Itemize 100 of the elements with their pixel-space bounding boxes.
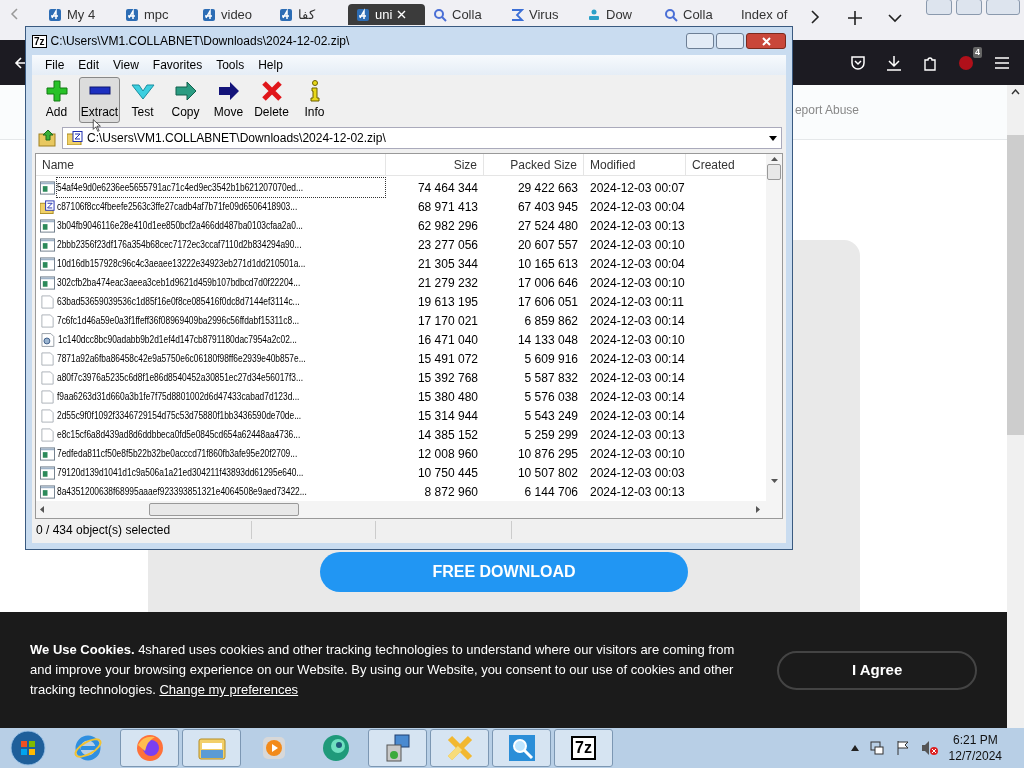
browser-tab[interactable]: My 4: [40, 4, 117, 25]
menu-item[interactable]: Edit: [71, 56, 107, 74]
toolbar-button[interactable]: Add: [36, 77, 77, 123]
vertical-scrollbar[interactable]: [766, 154, 782, 501]
column-header[interactable]: Name: [36, 154, 386, 175]
menu-item[interactable]: View: [106, 56, 146, 74]
plus-icon: [44, 79, 69, 103]
clock[interactable]: 6:21 PM 12/7/2024: [948, 732, 1002, 764]
column-header[interactable]: Packed Size: [484, 154, 584, 175]
taskbar-button[interactable]: [182, 729, 241, 767]
file-name[interactable]: 10d16db157928c96c4c3aeaee13222e34923eb271d1dd210501a...: [56, 253, 386, 274]
file-name[interactable]: 8a4351200638f68995aaaef923393851321e4064508e9aed73422...: [56, 481, 386, 502]
menu-icon[interactable]: [994, 55, 1010, 70]
toolbar-button[interactable]: Test: [122, 77, 163, 123]
browser-tab[interactable]: Dow: [579, 4, 656, 25]
taskbar-button[interactable]: 7z: [554, 729, 613, 767]
file-name[interactable]: a80f7c3976a5235c6d8f1e86d8540452a30851ec27d34e56017f3...: [56, 367, 386, 388]
scroll-left-icon[interactable]: [40, 506, 44, 513]
scroll-right-icon[interactable]: [756, 506, 760, 513]
file-name[interactable]: 2bbb2356f23df176a354b68cec7172ec3ccaf7110d2b834294a90...: [56, 234, 386, 255]
scroll-down-icon[interactable]: [770, 479, 778, 483]
chevron-left-icon[interactable]: [10, 8, 18, 20]
column-header[interactable]: Size: [386, 154, 484, 175]
scroll-up-icon[interactable]: [770, 157, 778, 161]
agree-button[interactable]: I Agree: [777, 650, 977, 690]
file-name[interactable]: 79120d139d1041d1c9a506a1a21ed304211f43893dd61295e640...: [56, 462, 386, 483]
minimize-icon[interactable]: [686, 33, 714, 49]
path-field[interactable]: C:\Users\VM1.COLLABNET\Downloads\2024-12-02.zip\: [62, 127, 782, 149]
taskbar-button[interactable]: [120, 729, 179, 767]
back-arrow-icon[interactable]: [14, 55, 28, 70]
browser-tab[interactable]: Colla: [425, 4, 502, 25]
chevron-right-icon[interactable]: [810, 10, 820, 24]
modified-cell-text: 2024-12-03 00:11: [589, 293, 685, 311]
toolbar-button[interactable]: Extract: [79, 77, 120, 123]
taskbar-button[interactable]: [368, 729, 427, 767]
file-name[interactable]: 63bad53659039536c1d85f16e0f8ce085416f0dc8d7144ef3114c...: [56, 291, 386, 312]
tray-expand-icon[interactable]: [850, 745, 859, 751]
dropdown-caret-icon[interactable]: [769, 135, 777, 141]
menu-item[interactable]: Tools: [209, 56, 252, 74]
scroll-thumb[interactable]: [767, 164, 781, 180]
pocket-icon[interactable]: [850, 54, 866, 71]
file-name[interactable]: 3b04fb9046116e28e410d1ee850bcf2a466dd487ba0103cfaa2a0...: [56, 215, 386, 236]
preferences-link[interactable]: Change my preferences: [159, 682, 299, 697]
browser-tab[interactable]: video: [194, 4, 271, 25]
close-button[interactable]: [746, 33, 786, 49]
taskbar-button[interactable]: [492, 729, 551, 767]
page-scrollbar[interactable]: [1007, 85, 1024, 728]
restore-icon[interactable]: [956, 0, 982, 15]
taskbar-button[interactable]: [430, 729, 489, 767]
packed-size-cell-text: 5 259 299: [523, 426, 579, 444]
scroll-thumb[interactable]: [149, 503, 299, 516]
start-icon[interactable]: [8, 729, 48, 767]
file-name[interactable]: e8c15cf6a8d439ad8d6ddbbeca0fd5e0845cd654a62448aa4736...: [56, 424, 386, 445]
delete-icon: [259, 79, 284, 103]
folder-up-icon[interactable]: [38, 129, 58, 147]
browser-tab[interactable]: uni: [348, 4, 425, 25]
browser-tab[interactable]: Colla: [656, 4, 733, 25]
scroll-thumb[interactable]: [1007, 135, 1024, 435]
minimize-icon[interactable]: [926, 0, 952, 15]
menu-item[interactable]: File: [38, 56, 72, 74]
modified-cell-text: 2024-12-03 00:10: [589, 331, 686, 349]
size-cell-text: 17 170 021: [416, 312, 479, 330]
download-icon[interactable]: [886, 54, 902, 71]
browser-tab[interactable]: Virus: [502, 4, 579, 25]
file-name[interactable]: c87106f8cc4fbeefe2563c3ffe27cadb4af7b71fe09d6506418903...: [56, 196, 386, 217]
toolbar-button[interactable]: Copy: [165, 77, 206, 123]
browser-tab[interactable]: mpc: [117, 4, 194, 25]
new-tab-icon[interactable]: [848, 11, 862, 25]
file-name[interactable]: 54af4e9d0e6236ee5655791ac71c4ed9ec3542b1b621207070ed...: [56, 177, 386, 198]
file-name[interactable]: 1c140dcc8bc90adabb9b2d1ef4d147cb8791180dac7954a2c02...: [56, 329, 386, 350]
horizontal-scrollbar[interactable]: [36, 501, 782, 518]
file-name[interactable]: 7c6fc1d46a59e0a3f1ffeff36f08969409ba2996c56ffdabf15311c8...: [56, 310, 386, 331]
menu-item[interactable]: Favorites: [145, 56, 210, 74]
file-name[interactable]: 302cfb2ba474eac3aeea3ceb1d9621d459b107bdbcd7d0f22204...: [56, 272, 386, 293]
menu-item[interactable]: Help: [251, 56, 290, 74]
puzzle-icon[interactable]: [922, 54, 938, 71]
toolbar-button[interactable]: Info: [294, 77, 335, 123]
toolbar-button[interactable]: Move: [208, 77, 249, 123]
packed-size-cell-text: 5 576 038: [523, 388, 579, 406]
packed-size-cell-text: 6 859 862: [523, 312, 579, 330]
column-header[interactable]: Modified: [584, 154, 686, 175]
flag-icon[interactable]: [894, 740, 911, 756]
report-abuse-link[interactable]: eport Abuse: [794, 101, 859, 119]
file-name[interactable]: f9aa6263d31d660a3b1fe7f75d8801002d6d47433cabad7d123d...: [56, 386, 386, 407]
browser-tab[interactable]: كفا: [271, 4, 348, 25]
chevron-down-icon[interactable]: [888, 13, 902, 23]
file-name[interactable]: 2d55c9f0f1092f3346729154d75c53d75880f1bb3436590de70de...: [56, 405, 386, 426]
packed-size-cell-text: 29 422 663: [516, 179, 579, 197]
column-header[interactable]: Created: [686, 154, 766, 175]
packed-size-cell-text: 10 507 802: [516, 464, 579, 482]
file-name[interactable]: 7edfeda811cf50e8f5b22b32be0acccd71f860fb3afe95e20f2709...: [56, 443, 386, 464]
file-name[interactable]: 7871a92a6fba86458c42e9a5750e6c06180f98ff6e2939e40b857e...: [56, 348, 386, 369]
packed-size-cell-text: 5 543 249: [523, 407, 579, 425]
network-icon[interactable]: [868, 740, 885, 756]
toolbar-button[interactable]: Delete: [251, 77, 292, 123]
browser-tab[interactable]: Index of: [733, 4, 810, 25]
maximize-icon[interactable]: [716, 33, 744, 49]
scroll-up-icon[interactable]: [1011, 89, 1020, 95]
shield-icon[interactable]: [958, 54, 974, 71]
muted-speaker-icon[interactable]: [920, 740, 939, 756]
